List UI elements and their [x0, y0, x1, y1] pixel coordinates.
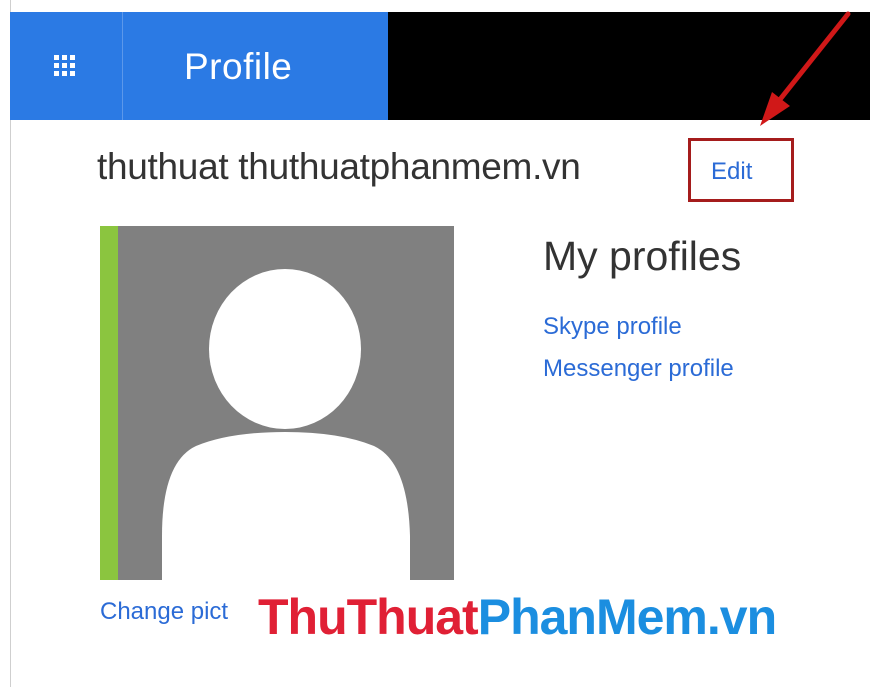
messenger-profile-link[interactable]: Messenger profile: [543, 355, 734, 383]
skype-profile-link[interactable]: Skype profile: [543, 313, 682, 341]
change-picture-link[interactable]: Change pict: [100, 598, 228, 626]
waffle-grid-icon: [54, 55, 75, 76]
edit-name-link[interactable]: Edit: [711, 158, 752, 186]
arrow-pointer-icon: [760, 11, 851, 126]
app-title: Profile: [184, 46, 293, 87]
app-title-tab: Profile: [123, 12, 388, 120]
watermark-logo: ThuThuatPhanMem.vn: [258, 589, 777, 645]
profile-display-name: thuthuat thuthuatphanmem.vn: [97, 146, 581, 187]
app-launcher-button[interactable]: [10, 12, 123, 120]
profile-picture[interactable]: [100, 226, 454, 580]
person-silhouette-icon: [162, 269, 410, 580]
my-profiles-heading: My profiles: [543, 233, 742, 279]
